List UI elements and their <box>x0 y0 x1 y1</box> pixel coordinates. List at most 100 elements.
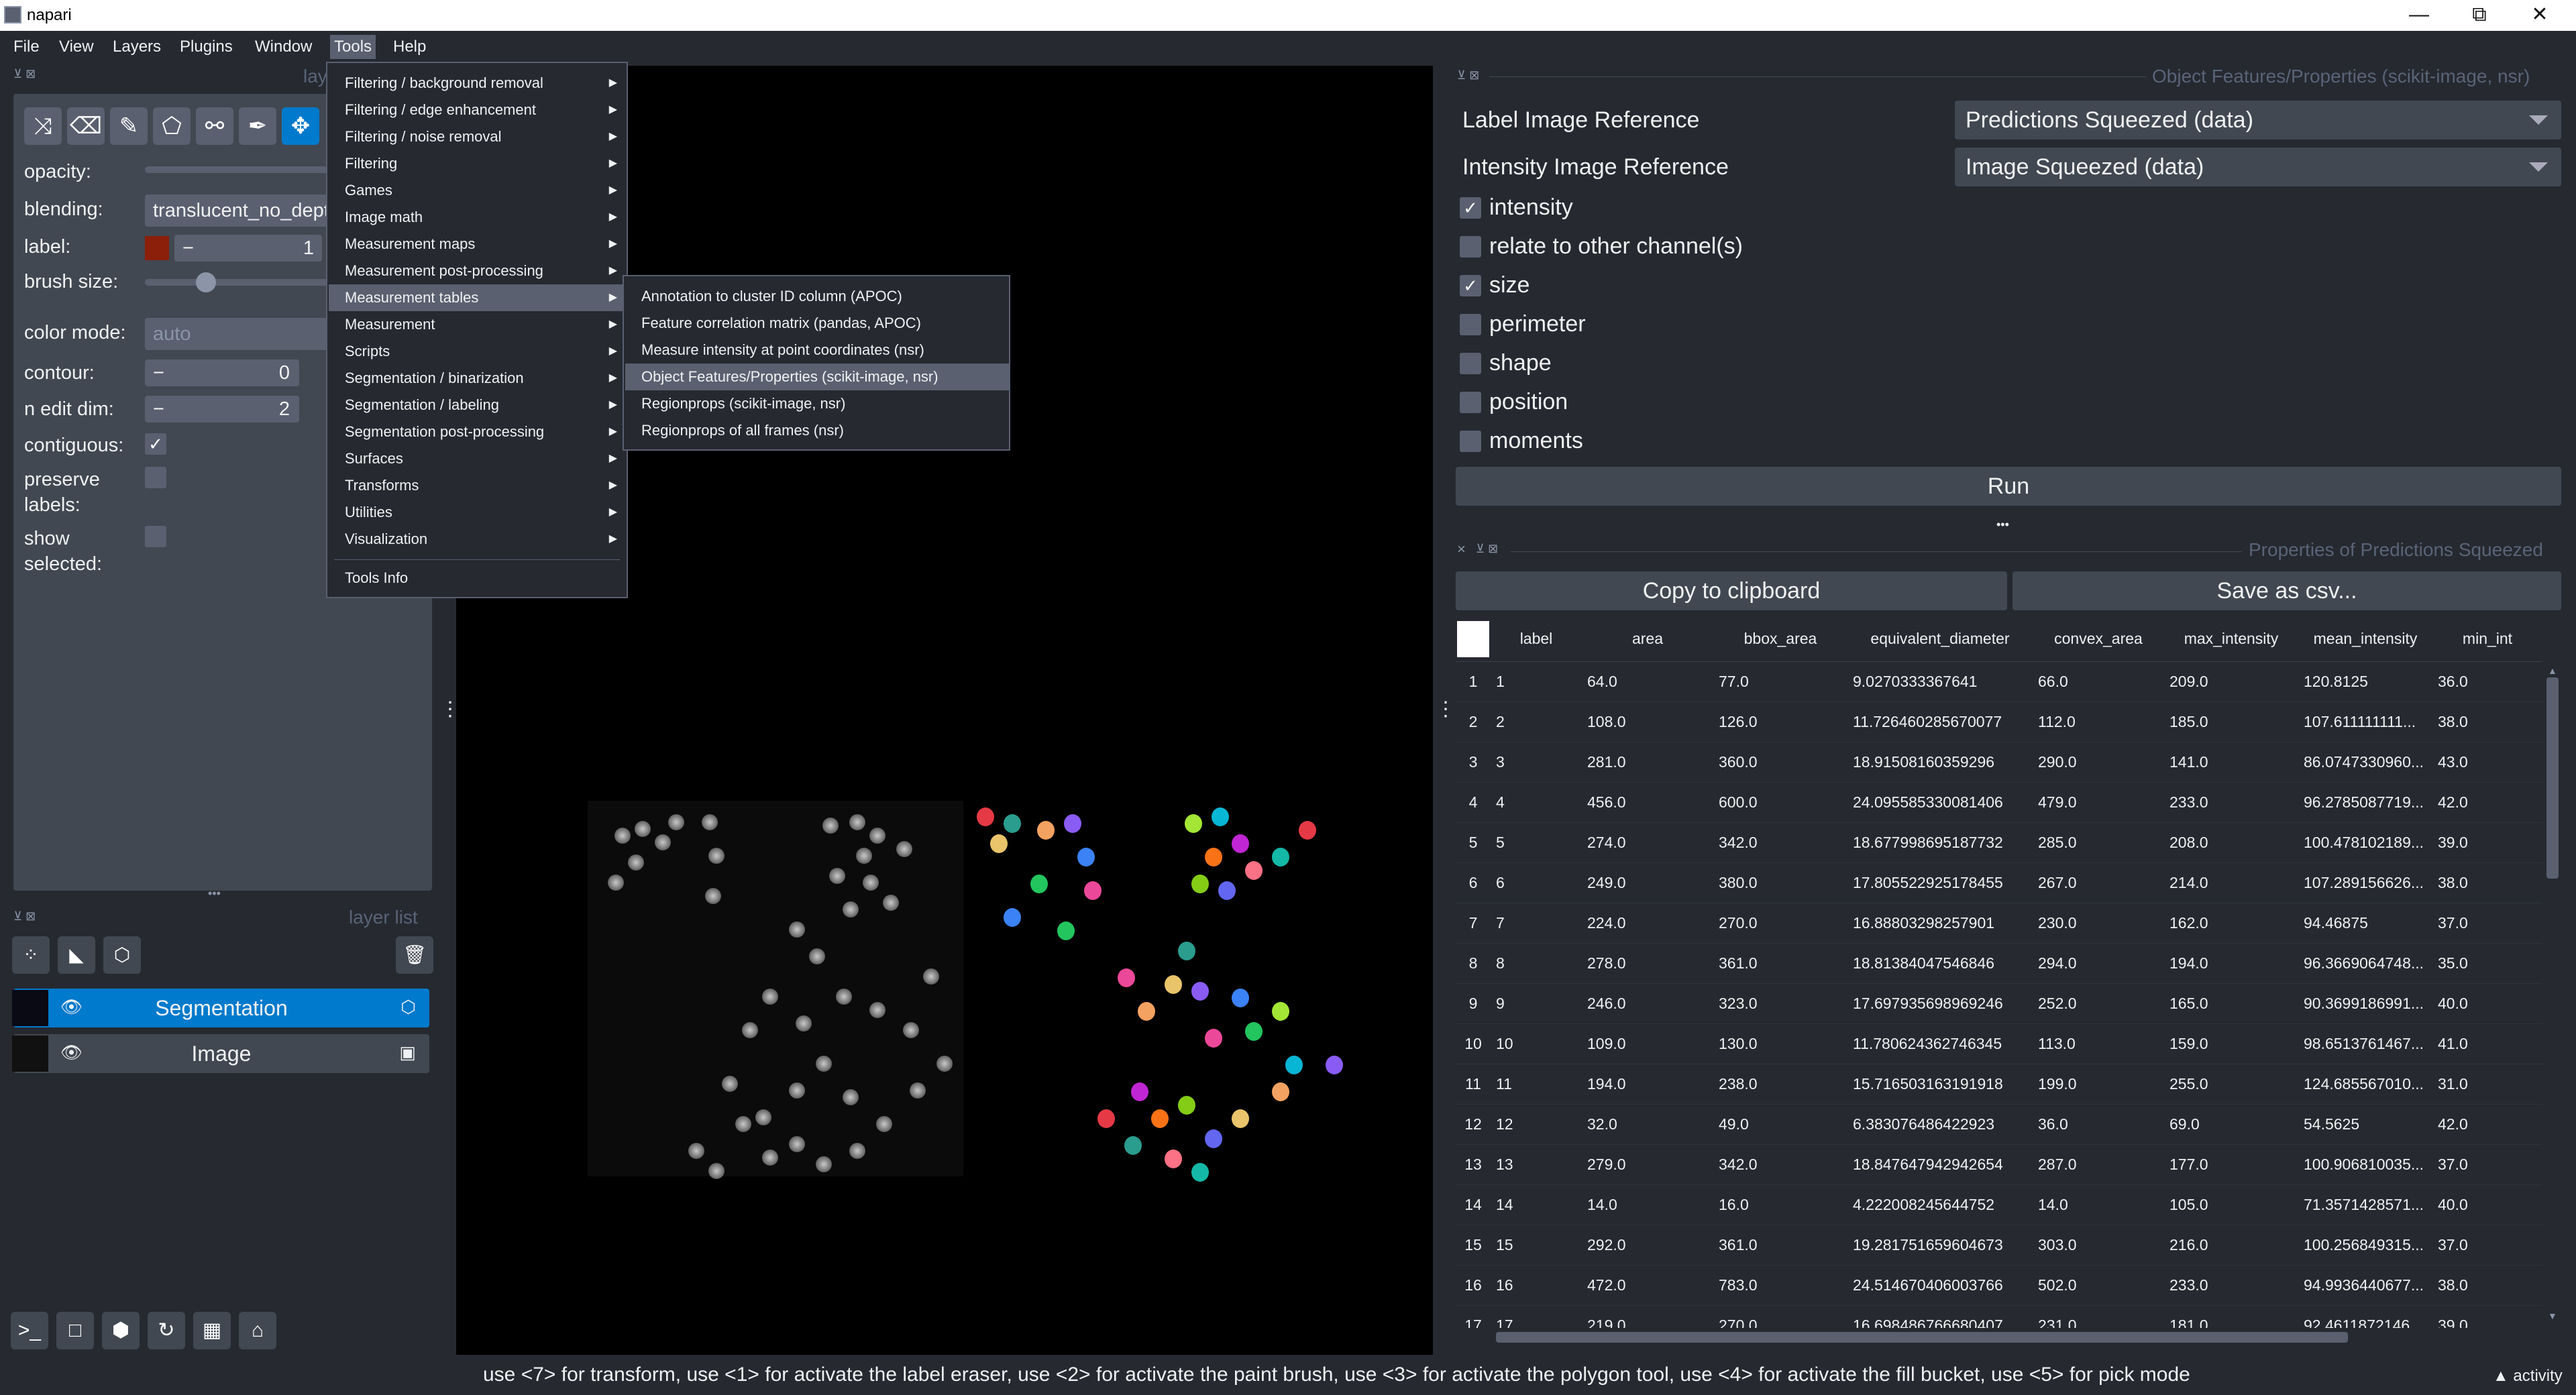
table-cell[interactable]: 5 <box>1491 822 1582 863</box>
table-cell[interactable]: 107.289156626... <box>2298 862 2432 903</box>
row-index[interactable]: 17 <box>1456 1305 1491 1328</box>
menu-item[interactable]: Measurement tables ▶ <box>329 284 627 311</box>
menu-item[interactable]: Surfaces ▶ <box>329 445 627 472</box>
close-icon[interactable]: ✕ <box>2513 1 2567 28</box>
table-cell[interactable]: 600.0 <box>1713 782 1847 823</box>
menu-item[interactable]: Image math ▶ <box>329 204 627 231</box>
table-cell[interactable]: 194.0 <box>2164 943 2298 984</box>
row-index[interactable]: 7 <box>1456 903 1491 944</box>
row-index[interactable]: 8 <box>1456 943 1491 984</box>
submenu-item[interactable]: Measure intensity at point coordinates (… <box>625 337 1009 364</box>
table-cell[interactable]: 18.847647942942654 <box>1847 1144 2033 1185</box>
column-header[interactable]: equivalent_diameter <box>1847 617 2033 662</box>
submenu-item[interactable]: Regionprops of all frames (nsr) <box>625 417 1009 444</box>
picker-icon[interactable]: ✒ <box>239 107 276 145</box>
table-cell[interactable]: 6.383076486422923 <box>1847 1104 2033 1145</box>
move-icon[interactable]: ✥ <box>282 107 319 145</box>
table-cell[interactable]: 100.256849315... <box>2298 1225 2432 1266</box>
table-cell[interactable]: 12 <box>1491 1104 1582 1145</box>
table-cell[interactable]: 209.0 <box>2164 661 2298 702</box>
table-cell[interactable]: 16.88803298257901 <box>1847 903 2033 944</box>
table-cell[interactable]: 41.0 <box>2432 1023 2542 1064</box>
eraser-icon[interactable]: ⌫ <box>67 107 105 145</box>
row-index[interactable]: 3 <box>1456 742 1491 783</box>
option-checkbox[interactable] <box>1460 353 1481 374</box>
edit-dim-decrement[interactable]: − <box>153 396 164 423</box>
row-index[interactable]: 15 <box>1456 1225 1491 1266</box>
table-cell[interactable]: 66.0 <box>2033 661 2164 702</box>
features-dock-float-icon[interactable]: ⊻ ⊠ <box>1457 68 1479 82</box>
table-cell[interactable]: 231.0 <box>2033 1305 2164 1328</box>
table-cell[interactable]: 112.0 <box>2033 702 2164 742</box>
row-index[interactable]: 13 <box>1456 1144 1491 1185</box>
table-hscroll-thumb[interactable] <box>1496 1332 2348 1343</box>
layer-name[interactable]: Segmentation <box>13 996 429 1021</box>
table-cell[interactable]: 24.514670406003766 <box>1847 1265 2033 1306</box>
table-cell[interactable]: 287.0 <box>2033 1144 2164 1185</box>
table-row[interactable]: 13 13 279.0 342.0 18.847647942942654 287.0 177… <box>1456 1144 2542 1185</box>
table-cell[interactable]: 8 <box>1491 943 1582 984</box>
submenu-item[interactable]: Annotation to cluster ID column (APOC) <box>625 283 1009 310</box>
menu-item[interactable]: Filtering / edge enhancement ▶ <box>329 97 627 123</box>
table-cell[interactable]: 274.0 <box>1582 822 1713 863</box>
menu-item[interactable]: Filtering ▶ <box>329 150 627 177</box>
menu-item[interactable]: Filtering / background removal ▶ <box>329 70 627 97</box>
table-cell[interactable]: 15 <box>1491 1225 1582 1266</box>
table-cell[interactable]: 98.6513761467... <box>2298 1023 2432 1064</box>
roll-icon[interactable]: ⬢ <box>102 1312 140 1349</box>
home-icon[interactable]: ⌂ <box>239 1312 276 1349</box>
table-cell[interactable]: 14.0 <box>2033 1184 2164 1225</box>
table-cell[interactable]: 36.0 <box>2033 1104 2164 1145</box>
column-header[interactable]: mean_intensity <box>2298 617 2432 662</box>
column-header[interactable]: label <box>1491 617 1582 662</box>
table-row[interactable]: 7 7 224.0 270.0 16.88803298257901 230.0 162.0 9… <box>1456 903 2542 944</box>
dock-splitter-handle[interactable]: ••• <box>1996 518 2009 532</box>
table-row[interactable]: 6 6 249.0 380.0 17.805522925178455 267.0 214.0… <box>1456 862 2542 903</box>
table-cell[interactable]: 54.5625 <box>2298 1104 2432 1145</box>
option-checkbox[interactable] <box>1460 431 1481 452</box>
table-cell[interactable]: 94.9936440677... <box>2298 1265 2432 1306</box>
label-color-swatch[interactable] <box>145 236 169 260</box>
table-cell[interactable]: 294.0 <box>2033 943 2164 984</box>
table-cell[interactable]: 361.0 <box>1713 1225 1847 1266</box>
table-cell[interactable]: 303.0 <box>2033 1225 2164 1266</box>
right-dock-grip[interactable]: ⋮ <box>1436 698 1456 721</box>
table-cell[interactable]: 208.0 <box>2164 822 2298 863</box>
table-cell[interactable]: 9 <box>1491 983 1582 1024</box>
table-cell[interactable]: 109.0 <box>1582 1023 1713 1064</box>
table-cell[interactable]: 42.0 <box>2432 1104 2542 1145</box>
menu-item[interactable]: Utilities ▶ <box>329 499 627 526</box>
column-header[interactable]: min_int <box>2432 617 2542 662</box>
table-cell[interactable]: 230.0 <box>2033 903 2164 944</box>
layer-list-float-icon[interactable]: ⊻ ⊠ <box>13 909 36 924</box>
table-cell[interactable]: 2 <box>1491 702 1582 742</box>
table-cell[interactable]: 479.0 <box>2033 782 2164 823</box>
table-cell[interactable]: 472.0 <box>1582 1265 1713 1306</box>
restore-icon[interactable]: ⧉ <box>2453 1 2506 28</box>
table-cell[interactable]: 18.677998695187732 <box>1847 822 2033 863</box>
table-cell[interactable]: 267.0 <box>2033 862 2164 903</box>
shuffle-icon[interactable]: ⤨ <box>24 107 62 145</box>
table-horizontal-scrollbar[interactable] <box>1476 1329 2542 1345</box>
table-cell[interactable]: 783.0 <box>1713 1265 1847 1306</box>
table-cell[interactable]: 35.0 <box>2432 943 2542 984</box>
table-cell[interactable]: 162.0 <box>2164 903 2298 944</box>
table-cell[interactable]: 290.0 <box>2033 742 2164 783</box>
properties-float-icon[interactable]: ⊻ ⊠ <box>1476 542 1498 556</box>
contiguous-checkbox[interactable]: ✓ <box>145 433 166 455</box>
run-button[interactable]: Run <box>1456 467 2561 506</box>
table-cell[interactable]: 86.0747330960... <box>2298 742 2432 783</box>
table-cell[interactable]: 49.0 <box>1713 1104 1847 1145</box>
intensity-image-select[interactable]: Image Squeezed (data) <box>1955 148 2561 186</box>
table-cell[interactable]: 342.0 <box>1713 822 1847 863</box>
table-cell[interactable]: 31.0 <box>2432 1064 2542 1105</box>
table-cell[interactable]: 69.0 <box>2164 1104 2298 1145</box>
contour-spinbox[interactable]: − 0 <box>145 359 299 386</box>
table-cell[interactable]: 165.0 <box>2164 983 2298 1024</box>
row-index[interactable]: 4 <box>1456 782 1491 823</box>
table-cell[interactable]: 18.91508160359296 <box>1847 742 2033 783</box>
row-index[interactable]: 5 <box>1456 822 1491 863</box>
table-row[interactable]: 4 4 456.0 600.0 24.095585330081406 479.0 233.0… <box>1456 782 2542 823</box>
menu-view[interactable]: View <box>55 35 98 59</box>
table-cell[interactable]: 37.0 <box>2432 903 2542 944</box>
